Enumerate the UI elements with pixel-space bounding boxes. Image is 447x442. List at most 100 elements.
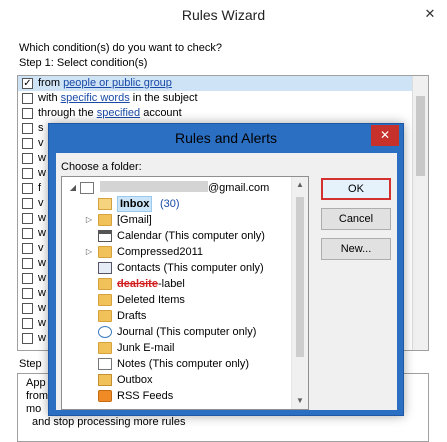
outbox-icon: [98, 374, 112, 386]
condition-text: v: [38, 242, 44, 254]
folder-row[interactable]: Notes (This computer only): [62, 356, 290, 372]
folder-tree-scrollbar[interactable]: ▲ ▼: [291, 177, 308, 409]
inbox-folder-icon: [98, 198, 112, 210]
expand-arrow-icon[interactable]: ▷: [84, 212, 94, 228]
folder-name: [Gmail]: [117, 214, 152, 226]
folder-label: Compressed2011: [117, 244, 203, 260]
folder-row[interactable]: Inbox (30): [62, 196, 290, 212]
folder-name: Contacts (This computer only): [117, 262, 264, 274]
conditions-question: Which condition(s) do you want to check?: [19, 42, 222, 54]
step2-label: Step: [19, 358, 42, 370]
expand-arrow-icon[interactable]: ▷: [84, 244, 94, 260]
condition-checkbox[interactable]: [22, 123, 33, 134]
condition-checkbox[interactable]: [22, 303, 33, 314]
ok-button[interactable]: OK: [321, 178, 391, 200]
conditions-scroll-thumb[interactable]: [416, 96, 425, 176]
folder-row[interactable]: Junk E-mail: [62, 340, 290, 356]
folder-label: Drafts: [117, 308, 146, 324]
condition-text: w: [38, 212, 46, 224]
folder-row[interactable]: Calendar (This computer only): [62, 228, 290, 244]
condition-checkbox[interactable]: [22, 213, 33, 224]
contacts-icon: [98, 262, 112, 274]
cancel-button[interactable]: Cancel: [321, 208, 391, 230]
condition-link[interactable]: specific words: [61, 92, 130, 104]
condition-row[interactable]: ✓ from people or public group: [18, 76, 428, 91]
folder-row[interactable]: Contacts (This computer only): [62, 260, 290, 276]
rules-and-alerts-dialog: Rules and Alerts ✕ Choose a folder: ◢ @g…: [48, 123, 404, 416]
condition-checkbox[interactable]: [22, 258, 33, 269]
condition-link[interactable]: people or public group: [63, 77, 172, 89]
folder-row[interactable]: Deleted Items: [62, 292, 290, 308]
condition-link[interactable]: specified: [97, 107, 140, 119]
account-email-suffix: @gmail.com: [208, 182, 270, 194]
condition-checkbox[interactable]: [22, 243, 33, 254]
dialog-close-button[interactable]: ✕: [371, 125, 399, 146]
condition-text: v: [38, 137, 44, 149]
folder-label: RSS Feeds: [117, 388, 173, 404]
conditions-scrollbar[interactable]: [412, 76, 428, 350]
condition-row[interactable]: with specific words in the subject: [18, 91, 428, 106]
folder-name: Compressed2011: [117, 246, 204, 258]
condition-text: w: [38, 272, 46, 284]
unread-count: (30): [160, 198, 180, 210]
journal-icon: [98, 326, 112, 338]
condition-checkbox[interactable]: [22, 333, 33, 344]
wizard-title: Rules Wizard: [181, 7, 266, 23]
condition-checkbox[interactable]: [22, 153, 33, 164]
folder-tree[interactable]: ◢ @gmail.com Inbox (30) ▷ [Gmail] Calendar (…: [61, 176, 309, 410]
wizard-close-button[interactable]: ✕: [413, 0, 447, 28]
condition-text: account: [140, 107, 182, 119]
dialog-body: Choose a folder: ◢ @gmail.com Inbox (30) ▷…: [56, 153, 397, 410]
choose-folder-label: Choose a folder:: [61, 161, 142, 173]
folder-icon: [98, 310, 112, 322]
condition-checkbox[interactable]: [22, 228, 33, 239]
folder-label: Contacts (This computer only): [117, 260, 264, 276]
condition-checkbox[interactable]: [22, 318, 33, 329]
folder-row[interactable]: Journal (This computer only): [62, 324, 290, 340]
folder-icon: [98, 246, 112, 258]
condition-text: w: [38, 332, 46, 344]
redacted-folder-prefix: dealsite: [117, 278, 158, 290]
folder-row[interactable]: dealsite-label: [62, 276, 290, 292]
condition-checkbox[interactable]: [22, 93, 33, 104]
condition-text: w: [38, 317, 46, 329]
folder-label: Notes (This computer only): [117, 356, 249, 372]
condition-row[interactable]: through the specified account: [18, 106, 428, 121]
condition-checkbox[interactable]: [22, 168, 33, 179]
condition-checkbox[interactable]: ✓: [22, 78, 33, 89]
condition-checkbox[interactable]: [22, 108, 33, 119]
condition-text: w: [38, 167, 46, 179]
condition-checkbox[interactable]: [22, 273, 33, 284]
folder-row[interactable]: Drafts: [62, 308, 290, 324]
condition-checkbox[interactable]: [22, 198, 33, 209]
folder-name: Journal (This computer only): [117, 326, 257, 338]
folder-row[interactable]: Outbox: [62, 372, 290, 388]
condition-text: w: [38, 152, 46, 164]
new-folder-button[interactable]: New...: [321, 238, 391, 260]
folder-icon: [98, 278, 112, 290]
folder-name: Notes (This computer only): [117, 358, 250, 370]
folder-name: Inbox: [120, 198, 150, 210]
folder-icon: [98, 342, 112, 354]
folder-label: Inbox: [117, 196, 153, 212]
folder-name: Deleted Items: [117, 294, 185, 306]
folder-tree-scroll-thumb[interactable]: [296, 197, 304, 357]
condition-checkbox[interactable]: [22, 288, 33, 299]
condition-checkbox[interactable]: [22, 183, 33, 194]
collapse-arrow-icon[interactable]: ◢: [68, 180, 78, 196]
calendar-icon: [98, 230, 112, 242]
folder-name: Junk E-mail: [117, 342, 175, 354]
folder-label: [Gmail]: [117, 212, 152, 228]
folder-label: Junk E-mail: [117, 340, 174, 356]
folder-label: dealsite-label: [117, 276, 185, 292]
scroll-down-icon[interactable]: ▼: [292, 393, 308, 409]
dialog-title: Rules and Alerts: [175, 130, 277, 146]
folder-row[interactable]: RSS Feeds: [62, 388, 290, 404]
folder-row[interactable]: ▷ [Gmail]: [62, 212, 290, 228]
scroll-up-icon[interactable]: ▲: [292, 177, 308, 193]
folder-row[interactable]: ▷ Compressed2011: [62, 244, 290, 260]
folder-name: Drafts: [117, 310, 147, 322]
folder-name: -label: [157, 278, 185, 290]
condition-text: w: [38, 227, 46, 239]
condition-checkbox[interactable]: [22, 138, 33, 149]
